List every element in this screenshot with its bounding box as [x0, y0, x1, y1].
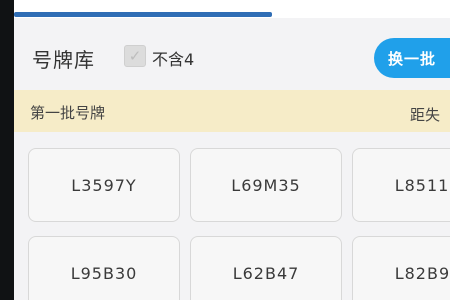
- plate-library-header: 号牌库 ✓ 不含4 换一批: [14, 18, 450, 88]
- exclude-four-label[interactable]: 不含4: [152, 46, 194, 70]
- plate-option[interactable]: L95B30: [28, 236, 180, 300]
- plate-option[interactable]: L69M35: [190, 148, 342, 222]
- plate-option[interactable]: L62B47: [190, 236, 342, 300]
- plate-option[interactable]: L3597Y: [28, 148, 180, 222]
- checkmark-icon: ✓: [128, 46, 142, 65]
- plate-option[interactable]: L8511Z: [352, 148, 450, 222]
- switch-batch-button[interactable]: 换一批: [374, 38, 450, 78]
- distance-label: 距失: [410, 106, 441, 124]
- active-tab-indicator: [14, 12, 272, 17]
- batch-label: 第一批号牌: [30, 104, 106, 122]
- plate-option[interactable]: L82B95: [352, 236, 450, 300]
- section-title: 号牌库: [32, 48, 95, 72]
- exclude-four-checkbox[interactable]: ✓: [124, 45, 146, 67]
- batch-info-bar: 第一批号牌 距失: [14, 90, 450, 132]
- phone-screen: 号牌库 ✓ 不含4 换一批 第一批号牌 距失 L3597Y L69M35 L85…: [14, 0, 450, 300]
- top-tab-strip: [14, 0, 450, 18]
